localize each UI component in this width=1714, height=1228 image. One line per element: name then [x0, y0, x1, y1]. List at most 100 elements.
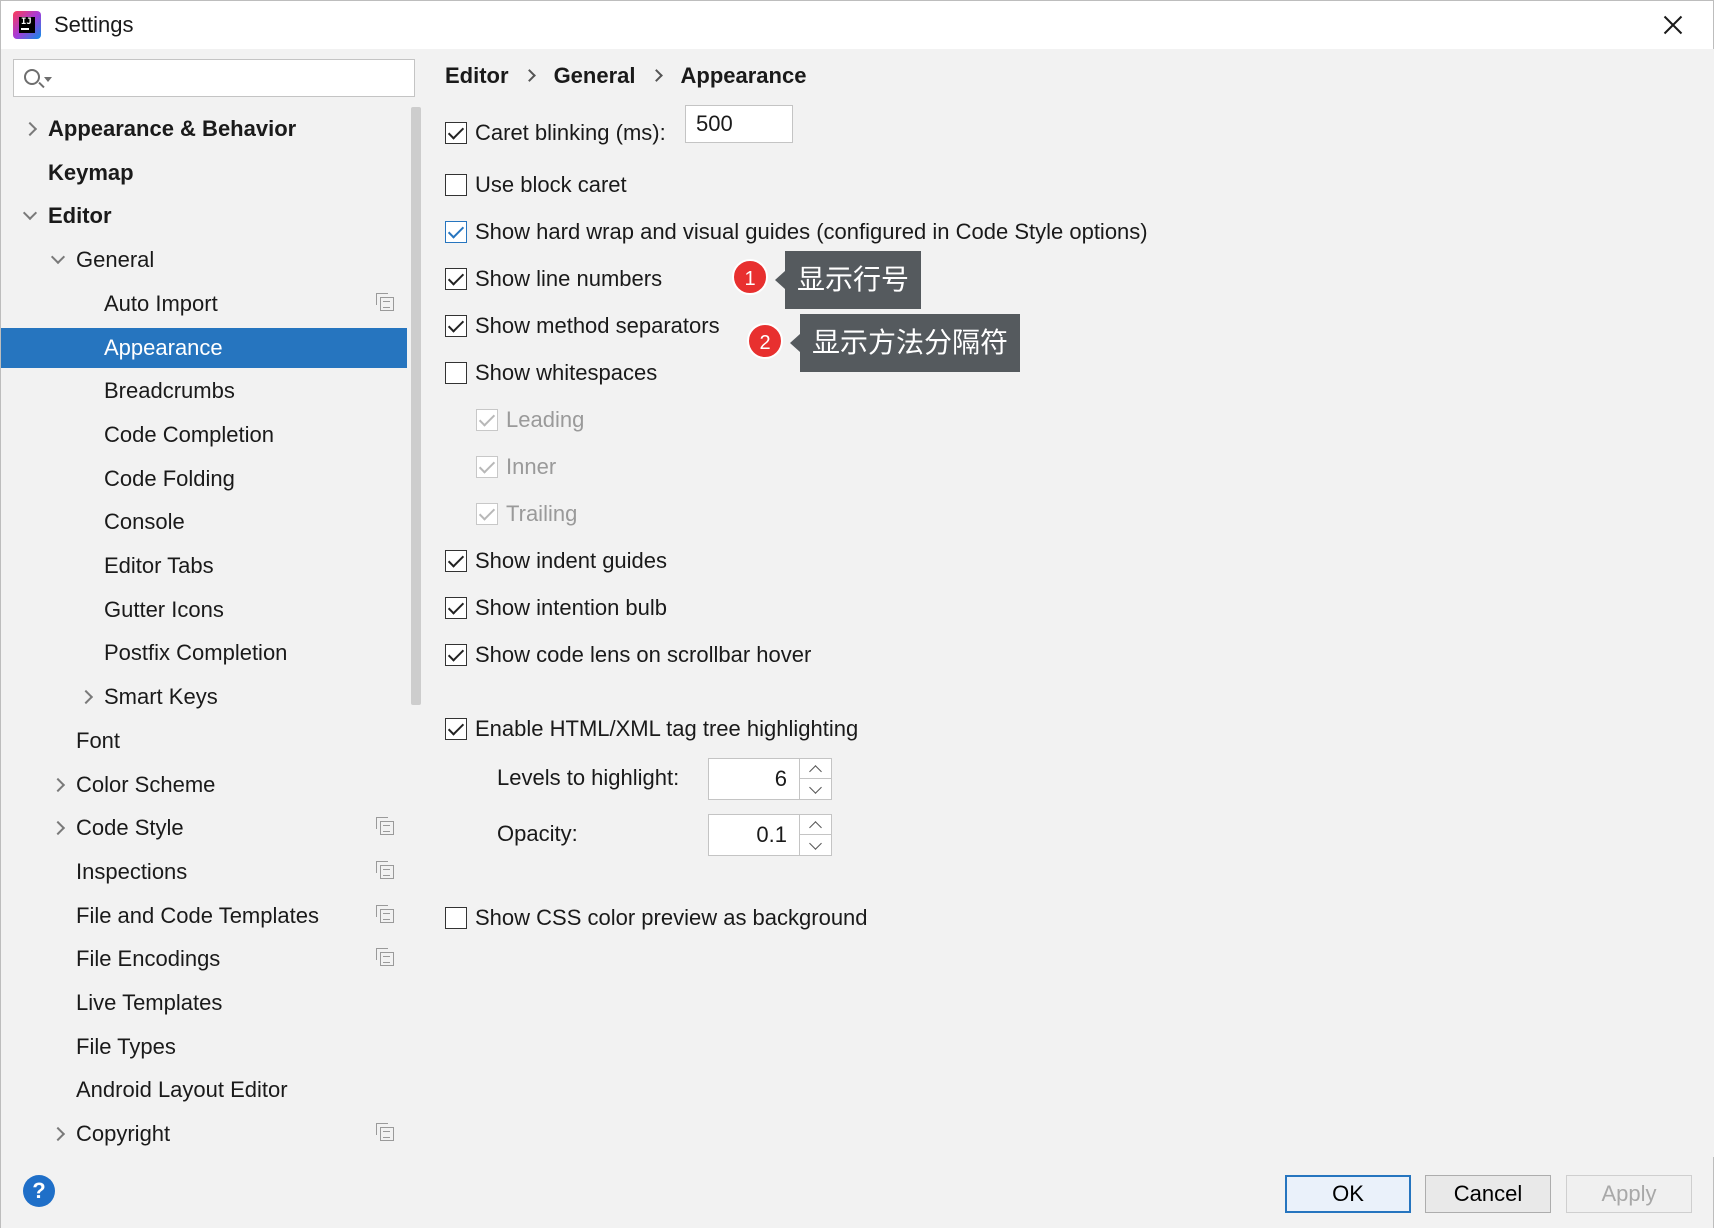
- chevron-right-icon: [522, 69, 536, 82]
- scrollbar-thumb[interactable]: [411, 107, 421, 705]
- chevron-right-icon[interactable]: [50, 821, 66, 836]
- levels-value[interactable]: 6: [775, 759, 787, 799]
- sidebar-item-font[interactable]: Font: [1, 721, 407, 761]
- code-lens-checkbox[interactable]: [445, 644, 467, 666]
- project-level-icon: [376, 817, 394, 836]
- cancel-button[interactable]: Cancel: [1425, 1175, 1551, 1213]
- intention-bulb-checkbox[interactable]: [445, 597, 467, 619]
- line-numbers-option: Show line numbers: [445, 263, 705, 295]
- leading-checkbox[interactable]: [476, 409, 498, 431]
- sidebar-item-appearance-behavior[interactable]: Appearance & Behavior: [1, 109, 407, 149]
- settings-sidebar: Appearance & Behavior Keymap Editor General…: [1, 49, 425, 1157]
- sidebar-item-keymap[interactable]: Keymap: [1, 153, 407, 193]
- chevron-down-icon[interactable]: [22, 206, 38, 221]
- sidebar-item-label: Inspections: [76, 858, 188, 884]
- chevron-right-icon: [649, 69, 663, 82]
- increment-icon[interactable]: [800, 815, 832, 835]
- annotation-tooltip-1: 显示行号: [774, 251, 922, 309]
- sidebar-item-label: Gutter Icons: [104, 596, 224, 622]
- sidebar-item-editor[interactable]: Editor: [1, 196, 407, 236]
- project-level-icon: [376, 1123, 394, 1142]
- search-history-dropdown-icon[interactable]: [44, 77, 52, 82]
- opacity-value[interactable]: 0.1: [756, 815, 787, 855]
- levels-spinner[interactable]: 6: [708, 758, 832, 800]
- sidebar-item-console[interactable]: Console: [1, 502, 407, 542]
- indent-guides-option: Show indent guides: [445, 545, 705, 577]
- chevron-right-icon[interactable]: [50, 777, 66, 792]
- hard-wrap-checkbox[interactable]: [445, 221, 467, 243]
- method-separators-checkbox[interactable]: [445, 315, 467, 337]
- block-caret-option: Use block caret: [445, 169, 705, 201]
- breadcrumb: Editor General Appearance: [445, 63, 806, 89]
- sidebar-item-label: Code Folding: [104, 465, 235, 491]
- sidebar-item-color-scheme[interactable]: Color Scheme: [1, 765, 407, 805]
- sidebar-item-gutter-icons[interactable]: Gutter Icons: [1, 590, 407, 630]
- leading-option: Leading: [476, 404, 636, 436]
- sidebar-item-code-completion[interactable]: Code Completion: [1, 415, 407, 455]
- chevron-right-icon[interactable]: [50, 1127, 66, 1142]
- decrement-icon[interactable]: [800, 779, 832, 799]
- close-icon[interactable]: [1657, 9, 1689, 41]
- chevron-right-icon[interactable]: [22, 121, 38, 137]
- sidebar-item-general[interactable]: General: [1, 240, 407, 280]
- sidebar-item-editor-tabs[interactable]: Editor Tabs: [1, 546, 407, 586]
- sidebar-item-copyright[interactable]: Copyright: [1, 1114, 407, 1154]
- sidebar-item-android-layout-editor[interactable]: Android Layout Editor: [1, 1070, 407, 1110]
- hard-wrap-label: Show hard wrap and visual guides (config…: [475, 219, 1148, 244]
- help-icon[interactable]: ?: [23, 1175, 55, 1207]
- whitespaces-checkbox[interactable]: [445, 362, 467, 384]
- opacity-spinner[interactable]: 0.1: [708, 814, 832, 856]
- caret-blinking-ms-field[interactable]: 500: [685, 105, 793, 143]
- leading-label: Leading: [506, 407, 585, 432]
- ok-button[interactable]: OK: [1285, 1175, 1411, 1213]
- sidebar-item-breadcrumbs[interactable]: Breadcrumbs: [1, 371, 407, 411]
- breadcrumb-appearance: Appearance: [680, 63, 807, 88]
- sidebar-item-inspections[interactable]: Inspections: [1, 852, 407, 892]
- trailing-label: Trailing: [506, 501, 578, 526]
- annotation-badge-2: 2: [747, 323, 783, 359]
- project-level-icon: [376, 904, 394, 923]
- decrement-icon[interactable]: [800, 835, 832, 855]
- css-preview-label: Show CSS color preview as background: [475, 905, 868, 930]
- sidebar-item-label: Code Completion: [104, 421, 274, 447]
- sidebar-item-file-and-code-templates[interactable]: File and Code Templates: [1, 896, 407, 936]
- sidebar-item-label: Appearance & Behavior: [48, 116, 297, 141]
- sidebar-item-auto-import[interactable]: Auto Import: [1, 284, 407, 324]
- sidebar-item-code-style[interactable]: Code Style: [1, 808, 407, 848]
- block-caret-checkbox[interactable]: [445, 174, 467, 196]
- sidebar-item-file-encodings[interactable]: File Encodings: [1, 939, 407, 979]
- sidebar-item-postfix-completion[interactable]: Postfix Completion: [1, 633, 407, 673]
- breadcrumb-editor: Editor: [445, 63, 509, 88]
- sidebar-item-live-templates[interactable]: Live Templates: [1, 983, 407, 1023]
- line-numbers-checkbox[interactable]: [445, 268, 467, 290]
- increment-icon[interactable]: [800, 759, 832, 779]
- block-caret-label: Use block caret: [475, 172, 627, 197]
- inner-checkbox[interactable]: [476, 456, 498, 478]
- indent-guides-label: Show indent guides: [475, 548, 668, 573]
- apply-button[interactable]: Apply: [1566, 1175, 1692, 1213]
- tag-tree-checkbox[interactable]: [445, 718, 467, 740]
- search-input[interactable]: [58, 64, 408, 92]
- sidebar-item-code-folding[interactable]: Code Folding: [1, 459, 407, 499]
- sidebar-item-file-types[interactable]: File Types: [1, 1027, 407, 1067]
- indent-guides-checkbox[interactable]: [445, 550, 467, 572]
- whitespaces-label: Show whitespaces: [475, 360, 658, 385]
- settings-window: IJ Settings Appearance & Behavior Keymap E…: [0, 0, 1714, 1228]
- sidebar-item-smart-keys[interactable]: Smart Keys: [1, 677, 407, 717]
- dialog-footer: ? OK Cancel Apply: [1, 1157, 1713, 1228]
- css-preview-checkbox[interactable]: [445, 907, 467, 929]
- trailing-checkbox[interactable]: [476, 503, 498, 525]
- sidebar-item-label: File Encodings: [76, 946, 221, 972]
- sidebar-item-label: File and Code Templates: [76, 902, 319, 928]
- caret-blinking-checkbox[interactable]: [445, 122, 467, 144]
- chevron-down-icon[interactable]: [50, 250, 66, 265]
- sidebar-item-appearance[interactable]: Appearance: [1, 327, 407, 368]
- sidebar-item-label: File Types: [76, 1033, 176, 1059]
- sidebar-item-label: Breadcrumbs: [104, 378, 235, 404]
- annotation-badge-1: 1: [732, 259, 768, 295]
- intellij-app-icon: IJ: [13, 11, 41, 39]
- sidebar-scrollbar[interactable]: [407, 107, 425, 1157]
- chevron-right-icon[interactable]: [78, 690, 94, 705]
- levels-label: Levels to highlight:: [497, 765, 680, 790]
- search-box[interactable]: [13, 59, 415, 97]
